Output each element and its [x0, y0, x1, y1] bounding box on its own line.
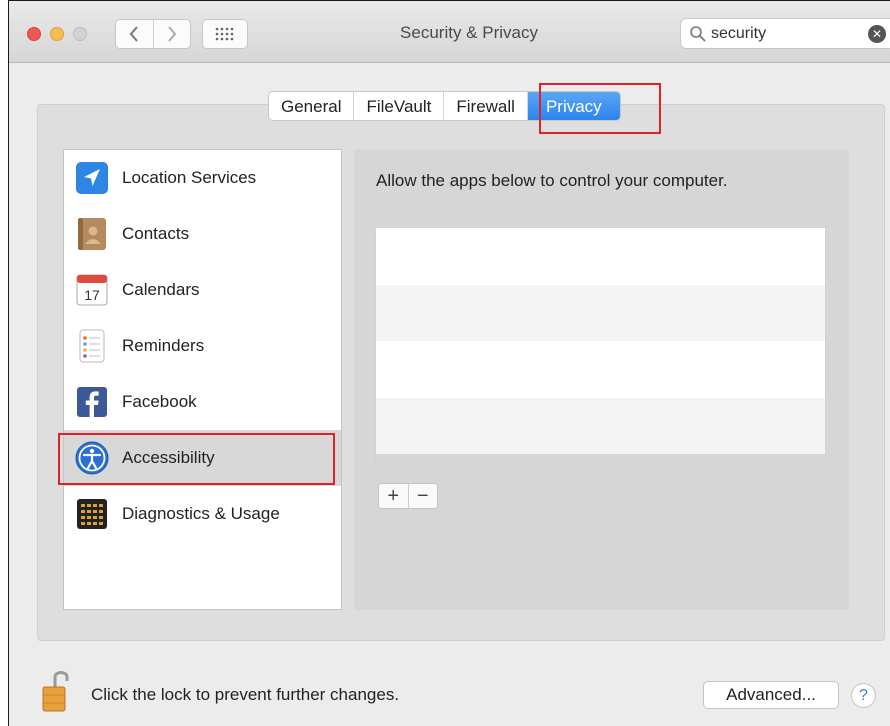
sidebar-item-label: Location Services	[122, 168, 257, 187]
contacts-book-icon	[78, 218, 106, 250]
title-bar: Security & Privacy security ✕	[9, 1, 890, 63]
diagnostics-grid-icon	[77, 499, 107, 529]
tab-general[interactable]: General	[269, 92, 353, 120]
search-field[interactable]: security ✕	[680, 18, 890, 49]
list-item	[376, 228, 825, 285]
search-icon	[690, 26, 706, 42]
facebook-icon	[77, 387, 107, 417]
help-button[interactable]: ?	[851, 683, 876, 708]
close-window-button[interactable]	[27, 27, 41, 41]
advanced-button[interactable]: Advanced...	[703, 681, 839, 709]
sidebar-item-label: Calendars	[122, 280, 200, 299]
sidebar-item-calendars[interactable]: 17 Calendars	[64, 262, 341, 318]
sidebar-item-reminders[interactable]: Reminders	[64, 318, 341, 374]
privacy-category-list: Location Services Contacts 17 Calendars	[63, 149, 342, 610]
preferences-window: Security & Privacy security ✕ General Fi…	[8, 0, 890, 726]
location-arrow-icon	[76, 162, 108, 194]
app-list[interactable]	[375, 227, 826, 467]
privacy-description: Allow the apps below to control your com…	[376, 171, 728, 190]
lock-icon[interactable]	[41, 665, 73, 713]
tab-filevault[interactable]: FileVault	[353, 92, 443, 120]
privacy-tab-highlight	[539, 83, 661, 134]
accessibility-highlight	[58, 433, 335, 485]
sidebar-item-location-services[interactable]: Location Services	[64, 150, 341, 206]
calendar-day-text: 17	[84, 287, 100, 303]
lock-status-text: Click the lock to prevent further change…	[91, 685, 400, 704]
sidebar-item-label: Facebook	[122, 392, 197, 411]
grid-dots-icon	[215, 27, 234, 41]
sidebar-item-label: Diagnostics & Usage	[122, 504, 280, 523]
sidebar-item-label: Contacts	[122, 224, 190, 243]
add-remove-control: + −	[378, 483, 438, 509]
minimize-window-button[interactable]	[50, 27, 64, 41]
back-forward-group	[115, 19, 191, 49]
tab-firewall[interactable]: Firewall	[443, 92, 527, 120]
list-item	[376, 341, 825, 398]
sidebar-item-facebook[interactable]: Facebook	[64, 374, 341, 430]
clear-search-icon[interactable]: ✕	[868, 25, 886, 43]
remove-app-button[interactable]: −	[407, 484, 438, 508]
sidebar-item-contacts[interactable]: Contacts	[64, 206, 341, 262]
forward-button[interactable]	[152, 20, 191, 48]
list-item	[376, 284, 825, 341]
sidebar-item-label: Reminders	[122, 336, 205, 355]
zoom-window-button[interactable]	[73, 27, 87, 41]
search-input[interactable]: security	[711, 25, 766, 43]
add-app-button[interactable]: +	[379, 484, 408, 508]
chevron-left-icon	[129, 26, 139, 42]
reminders-list-icon	[79, 329, 105, 363]
window-title: Security & Privacy	[400, 23, 538, 42]
sidebar-item-diagnostics-usage[interactable]: Diagnostics & Usage	[64, 486, 341, 542]
list-item	[376, 397, 825, 454]
calendar-icon: 17	[76, 274, 108, 306]
show-all-button[interactable]	[202, 19, 248, 49]
chevron-right-icon	[167, 26, 177, 42]
back-button[interactable]	[116, 20, 153, 48]
